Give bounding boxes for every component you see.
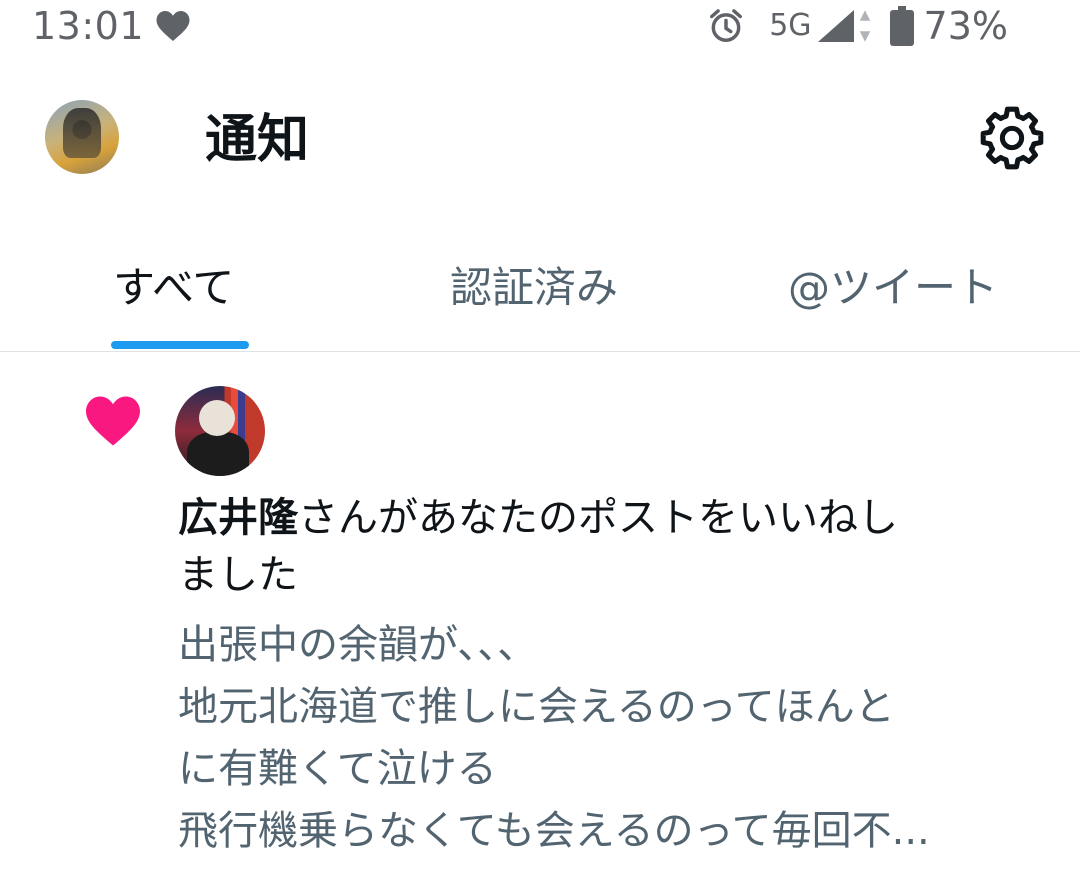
notification-tabs: すべて 認証済み @ツイート: [0, 240, 1080, 352]
data-arrows-icon: [859, 10, 870, 42]
signal-icon: [817, 10, 854, 42]
page-title: 通知: [205, 110, 310, 170]
notification-action: さんがあなたのポストをいいねし: [298, 495, 898, 541]
top-app-bar: 通知: [0, 90, 1080, 190]
alarm-icon: [710, 9, 743, 42]
avatar[interactable]: [45, 100, 119, 174]
notification-text: 広井隆さんがあなたのポストをいいねし ました: [178, 490, 1038, 604]
status-bar: 13:01 5G 73%: [0, 0, 1080, 60]
battery-percent: 73%: [923, 4, 1008, 48]
heart-icon: [86, 396, 140, 446]
notification-item[interactable]: 広井隆さんがあなたのポストをいいねし ました 出張中の余韻が、、、 地元北海道で…: [0, 352, 1080, 887]
heart-icon: [156, 11, 190, 41]
post-line: 出張中の余韻が、、、: [178, 622, 538, 668]
status-icons: 5G 73%: [707, 4, 1008, 48]
notification-action-cont: ました: [178, 552, 298, 598]
status-time: 13:01: [32, 4, 145, 48]
network-type: 5G: [769, 8, 812, 43]
battery-icon: [889, 6, 914, 46]
user-name[interactable]: 広井隆: [178, 495, 298, 541]
post-preview[interactable]: 出張中の余韻が、、、 地元北海道で推しに会えるのってほんと に有難くて泣ける 飛…: [178, 614, 1048, 862]
tab-mentions[interactable]: @ツイート: [788, 258, 998, 318]
gear-icon[interactable]: [980, 106, 1044, 170]
avatar[interactable]: [175, 386, 265, 476]
post-line: 飛行機乗らなくても会えるのって毎回不...: [178, 808, 930, 854]
post-line: 地元北海道で推しに会えるのってほんと: [178, 684, 895, 730]
tab-verified[interactable]: 認証済み: [450, 258, 618, 318]
active-tab-indicator: [111, 341, 249, 349]
tab-all[interactable]: すべて: [113, 258, 234, 318]
post-line: に有難くて泣ける: [178, 746, 497, 792]
